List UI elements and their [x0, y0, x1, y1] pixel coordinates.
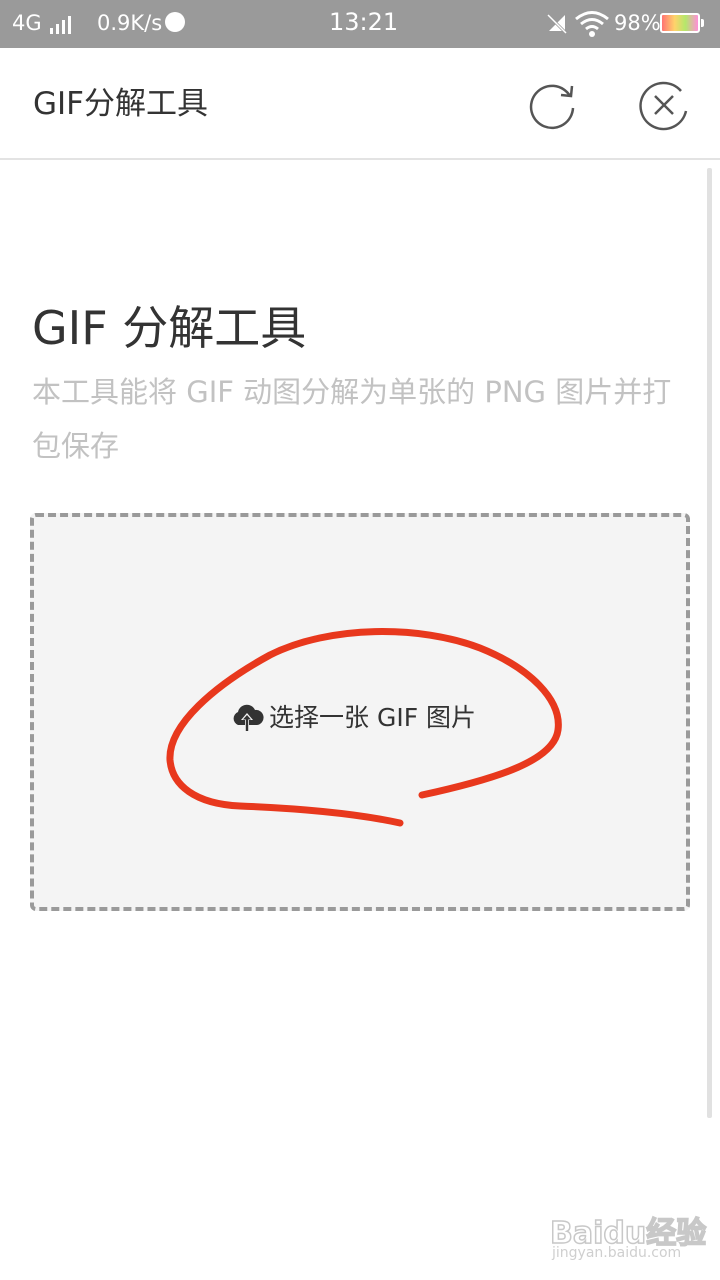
network-speed: 0.9K/s — [97, 11, 163, 35]
close-icon[interactable] — [637, 78, 691, 132]
wifi-icon — [575, 11, 609, 37]
refresh-icon[interactable] — [524, 78, 580, 134]
battery-icon — [660, 13, 704, 33]
battery-percent: 98% — [614, 11, 661, 35]
scrollbar[interactable] — [707, 168, 712, 1118]
status-bar: 4G 0.9K/s 13:21 98% — [0, 0, 720, 48]
watermark-domain: jingyan.baidu.com — [552, 1245, 682, 1261]
clock: 13:21 — [329, 8, 399, 36]
mute-icon — [546, 13, 568, 35]
gif-upload-dropzone[interactable]: 选择一张 GIF 图片 — [30, 513, 690, 911]
watermark: Baidu经验 jingyan.baidu.com — [549, 1200, 710, 1270]
header-title: GIF分解工具 — [33, 86, 208, 122]
page-title: GIF 分解工具 — [32, 301, 307, 355]
select-gif-label: 选择一张 GIF 图片 — [269, 703, 477, 732]
select-gif-button[interactable]: 选择一张 GIF 图片 — [230, 701, 476, 735]
network-type: 4G — [12, 11, 42, 35]
app-header: GIF分解工具 — [0, 48, 720, 160]
signal-icon — [50, 14, 76, 34]
page-description: 本工具能将 GIF 动图分解为单张的 PNG 图片并打包保存 — [32, 375, 672, 463]
globe-icon — [165, 12, 185, 32]
cloud-upload-icon — [233, 704, 264, 731]
